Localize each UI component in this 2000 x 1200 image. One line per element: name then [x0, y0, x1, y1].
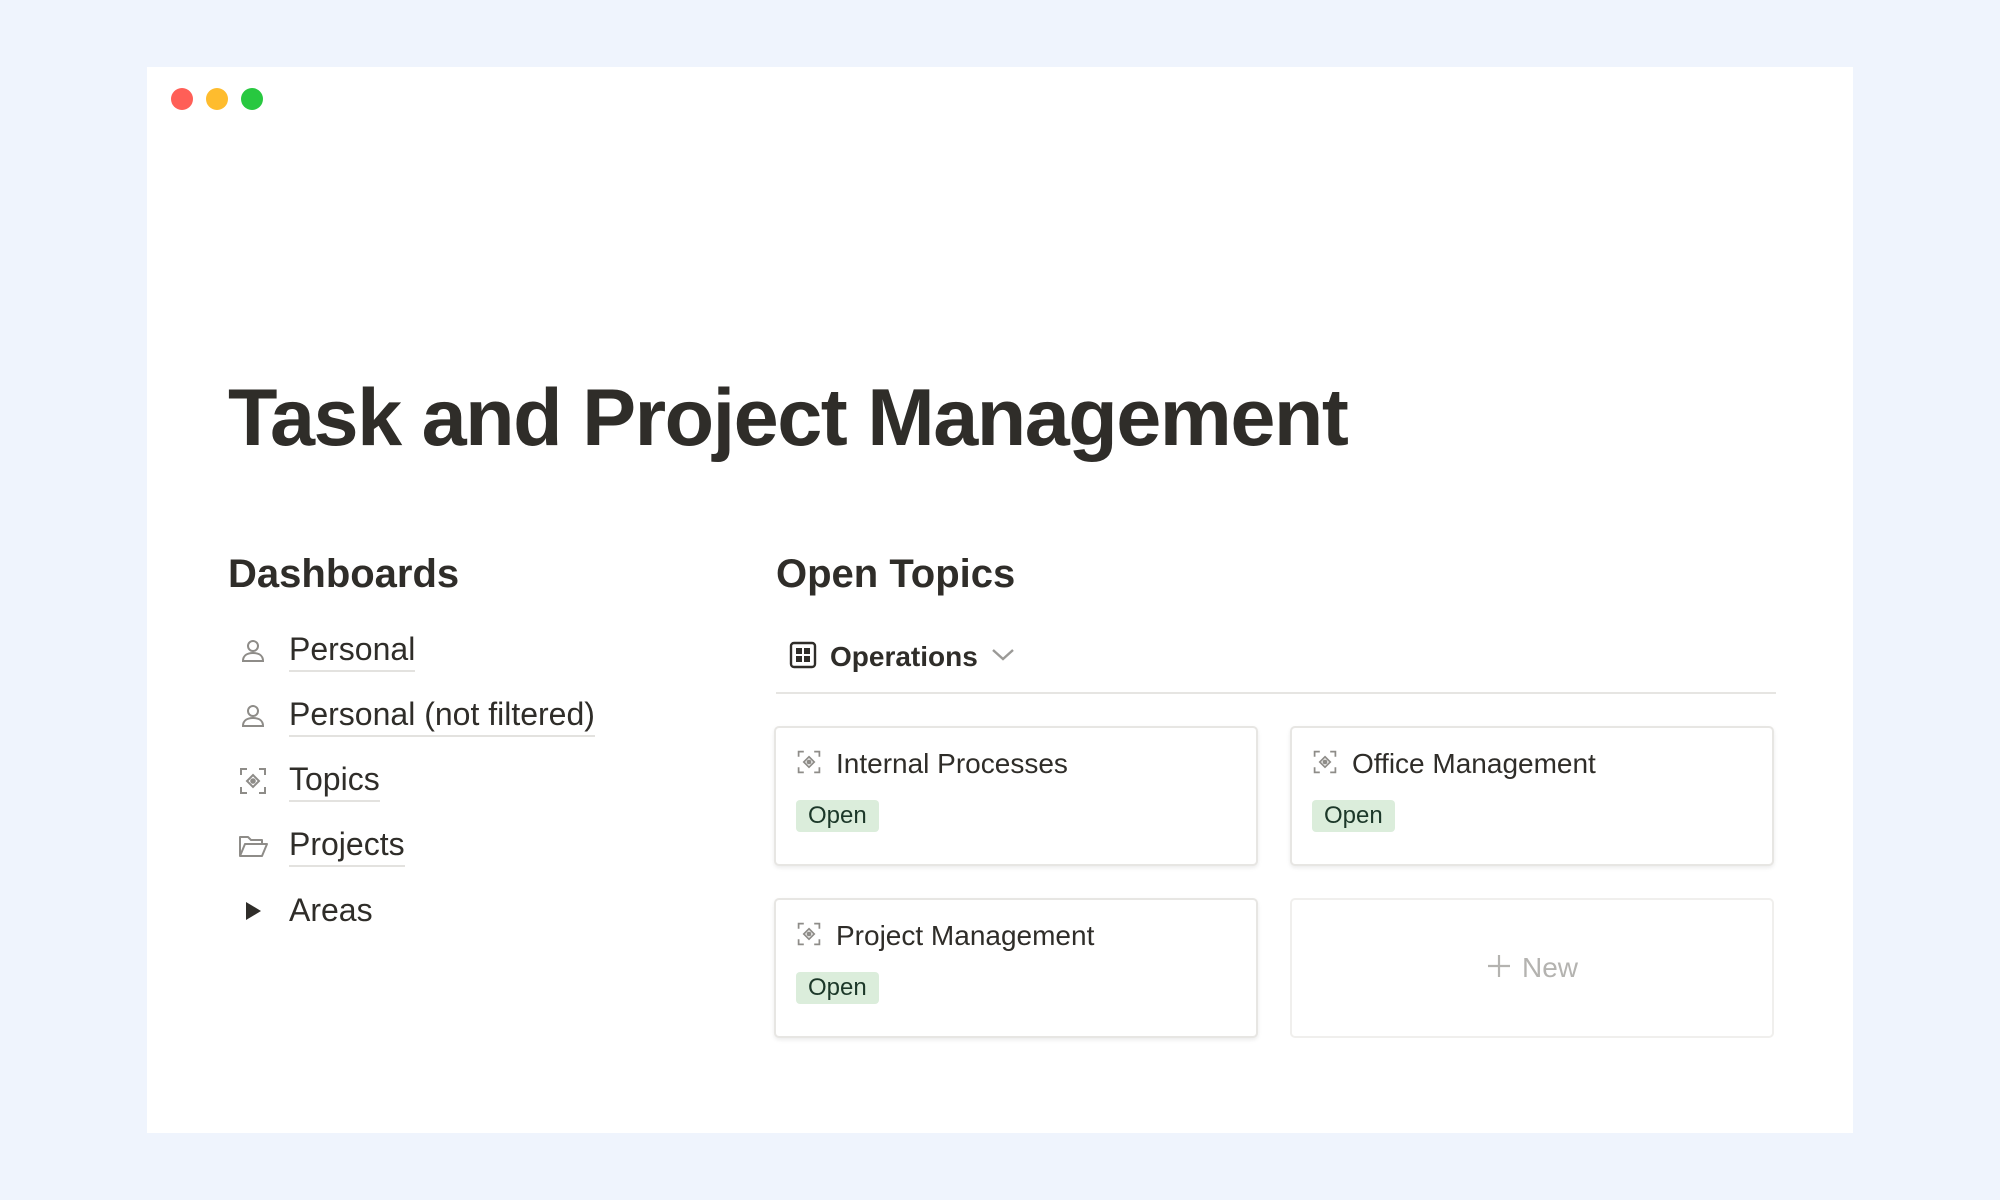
dashboard-item-topics[interactable]: Topics: [228, 748, 688, 813]
view-selector[interactable]: Operations: [788, 640, 1016, 675]
topic-icon: [796, 749, 822, 780]
dashboards-heading: Dashboards: [228, 552, 460, 596]
topic-icon: [232, 760, 274, 802]
plus-icon: [1486, 953, 1512, 984]
app-window: Task and Project Management Dashboards P…: [147, 67, 1853, 1133]
topic-icon: [1312, 749, 1338, 780]
window-controls: [171, 88, 263, 110]
topic-card-office-management[interactable]: Office Management Open: [1290, 726, 1774, 866]
open-topics-section: Open Topics Operations Internal Processe…: [774, 552, 1776, 1038]
status-badge: Open: [796, 800, 879, 832]
view-selector-label: Operations: [830, 641, 978, 672]
close-window-button[interactable]: [171, 88, 193, 110]
view-bar: Operations: [776, 622, 1776, 694]
dashboard-item-personal-not-filtered[interactable]: Personal (not filtered): [228, 683, 688, 748]
dashboards-list: Personal Personal (not filtered) Topics …: [228, 618, 688, 943]
dashboard-item-label: Topics: [289, 760, 380, 802]
status-badge: Open: [796, 972, 879, 1004]
topic-card-project-management[interactable]: Project Management Open: [774, 898, 1258, 1038]
topic-card-title: Office Management: [1352, 748, 1596, 779]
gallery-view-icon: [788, 640, 818, 675]
new-topic-label: New: [1521, 952, 1578, 983]
dashboard-item-label: Areas: [289, 891, 373, 928]
open-topics-heading: Open Topics: [776, 552, 1016, 596]
dashboards-section: Dashboards Personal Personal (not filter…: [228, 552, 688, 943]
dashboard-item-projects[interactable]: Projects: [228, 813, 688, 878]
dashboard-item-label: Projects: [289, 825, 405, 867]
status-badge: Open: [1312, 800, 1395, 832]
dashboard-item-label: Personal: [289, 630, 416, 672]
topic-card-title: Internal Processes: [836, 748, 1068, 779]
new-topic-button[interactable]: New: [1290, 898, 1774, 1038]
dashboard-item-areas[interactable]: Areas: [228, 878, 688, 943]
topic-icon: [796, 921, 822, 952]
maximize-window-button[interactable]: [241, 88, 263, 110]
person-icon: [232, 630, 274, 672]
triangle-right-icon[interactable]: [232, 890, 274, 932]
page-title: Task and Project Management: [228, 373, 1349, 463]
folder-icon: [232, 825, 274, 867]
topic-card-title: Project Management: [836, 920, 1095, 951]
minimize-window-button[interactable]: [206, 88, 228, 110]
topic-card-internal-processes[interactable]: Internal Processes Open: [774, 726, 1258, 866]
dashboard-item-personal[interactable]: Personal: [228, 618, 688, 683]
person-icon: [232, 695, 274, 737]
topics-gallery: Internal Processes Open Office Managemen…: [774, 726, 1776, 1038]
dashboard-item-label: Personal (not filtered): [289, 695, 595, 737]
chevron-down-icon: [990, 646, 1016, 669]
